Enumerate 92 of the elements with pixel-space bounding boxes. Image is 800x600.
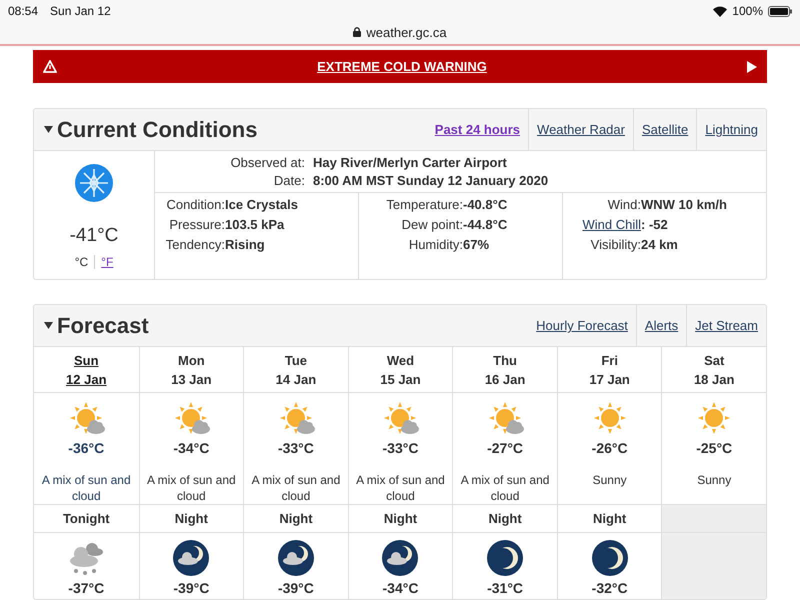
field-label: Pressure: <box>168 217 225 234</box>
day-name[interactable]: Mon <box>140 352 244 368</box>
wifi-icon <box>713 6 728 16</box>
moon-cloud-icon <box>380 538 420 578</box>
current-temperature: -41°C <box>70 225 118 247</box>
moon-icon <box>590 538 630 578</box>
field-value: : -52 <box>641 217 669 234</box>
moon-cloud-icon <box>276 538 316 578</box>
day-name[interactable]: Wed <box>348 352 452 368</box>
forecast-summary: Sunny <box>696 472 732 488</box>
field-value: 67% <box>463 237 490 254</box>
low-temperature: -34°C <box>382 580 418 596</box>
field-value: -40.8°C <box>463 197 508 214</box>
forecast-summary: A mix of sun and cloud <box>40 472 132 504</box>
day-name[interactable]: Sat <box>662 352 766 368</box>
battery-icon <box>768 6 792 16</box>
night-label: Night <box>174 511 208 526</box>
high-temperature: -33°C <box>382 440 418 456</box>
day-date: 14 Jan <box>274 372 318 386</box>
warning-link[interactable]: EXTREME COLD WARNING <box>57 59 747 74</box>
day-date: 12 Jan <box>65 372 108 386</box>
high-temperature: -27°C <box>487 440 524 456</box>
collapse-caret-icon[interactable] <box>44 322 53 329</box>
unit-link[interactable]: °F <box>94 255 120 269</box>
header-link[interactable]: Weather Radar <box>528 109 633 150</box>
header-link[interactable]: Alerts <box>636 305 686 346</box>
field-label: Observed at: <box>230 155 306 170</box>
address-url[interactable]: weather.gc.ca <box>366 24 447 40</box>
low-temperature: -37°C <box>68 580 104 596</box>
night-label: Night <box>488 511 522 526</box>
header-link[interactable]: Hourly Forecast <box>528 305 636 346</box>
status-date: Sun Jan 12 <box>50 4 111 18</box>
field-value: Hay River/Merlyn Carter Airport <box>313 155 508 170</box>
low-temperature: -32°C <box>592 580 628 596</box>
high-temperature: -25°C <box>696 440 732 456</box>
field-value: Ice Crystals <box>225 197 299 214</box>
day-date: 13 Jan <box>170 372 213 386</box>
night-label: Night <box>593 511 626 526</box>
day-link[interactable]: Sun <box>34 352 139 368</box>
high-temperature: -33°C <box>278 440 314 456</box>
field-label: Tendency: <box>164 237 225 254</box>
field-label: Date: <box>272 173 306 188</box>
snowflake-icon <box>74 163 114 203</box>
unit-label: °C <box>74 255 90 269</box>
field-link[interactable]: Wind Chill <box>563 217 641 237</box>
field-label: Dew point: <box>400 217 463 234</box>
forecast-summary: Sunny <box>592 472 628 488</box>
high-temperature: -34°C <box>173 440 210 456</box>
day-name[interactable]: Tue <box>244 352 348 368</box>
low-temperature: -39°C <box>173 580 210 596</box>
moon-cloud-icon <box>171 538 212 578</box>
collapse-caret-icon[interactable] <box>44 126 53 133</box>
forecast-summary: A mix of sun and cloud <box>146 472 237 504</box>
day-name[interactable]: Fri <box>558 352 662 368</box>
play-icon[interactable] <box>747 60 757 72</box>
field-value: Rising <box>225 237 266 254</box>
clock-time: 08:54 <box>8 4 38 18</box>
header-link[interactable]: Satellite <box>632 109 696 150</box>
field-label: Humidity: <box>408 237 463 254</box>
night-label: Tonight <box>62 511 110 526</box>
low-temperature: -31°C <box>487 580 524 596</box>
field-label: Condition: <box>165 197 225 214</box>
field-value: 8:00 AM MST Sunday 12 January 2020 <box>313 173 550 188</box>
header-link[interactable]: Past 24 hours <box>426 109 528 150</box>
field-value: WNW 10 km/h <box>641 197 728 214</box>
night-label: Night <box>279 511 313 526</box>
header-link[interactable]: Jet Stream <box>686 305 766 346</box>
low-temperature: -39°C <box>278 580 314 596</box>
day-name[interactable]: Thu <box>453 352 557 368</box>
field-label: Wind: <box>606 197 641 214</box>
field-label: Temperature: <box>385 197 463 214</box>
day-date: 16 Jan <box>484 372 526 386</box>
forecast-summary: A mix of sun and cloud <box>355 472 446 504</box>
day-date: 15 Jan <box>379 372 422 386</box>
field-label: Visibility: <box>590 237 641 254</box>
header-link[interactable]: Lightning <box>696 109 766 150</box>
section-title: Forecast <box>57 312 149 338</box>
day-date: 18 Jan <box>692 372 736 386</box>
forecast-summary: A mix of sun and cloud <box>460 472 550 504</box>
high-temperature: -36°C <box>68 440 104 456</box>
field-value: 24 km <box>641 237 679 254</box>
battery-level: 100% <box>732 4 763 18</box>
field-value: -44.8°C <box>463 217 508 234</box>
day-date: 17 Jan <box>588 372 631 386</box>
warning-icon <box>43 60 57 73</box>
lock-icon <box>353 27 362 37</box>
high-temperature: -26°C <box>592 440 628 456</box>
section-title: Current Conditions <box>57 116 258 142</box>
field-value: 103.5 kPa <box>225 217 286 234</box>
forecast-summary: A mix of sun and cloud <box>250 472 342 504</box>
moon-icon <box>485 538 526 578</box>
night-label: Night <box>384 511 418 526</box>
